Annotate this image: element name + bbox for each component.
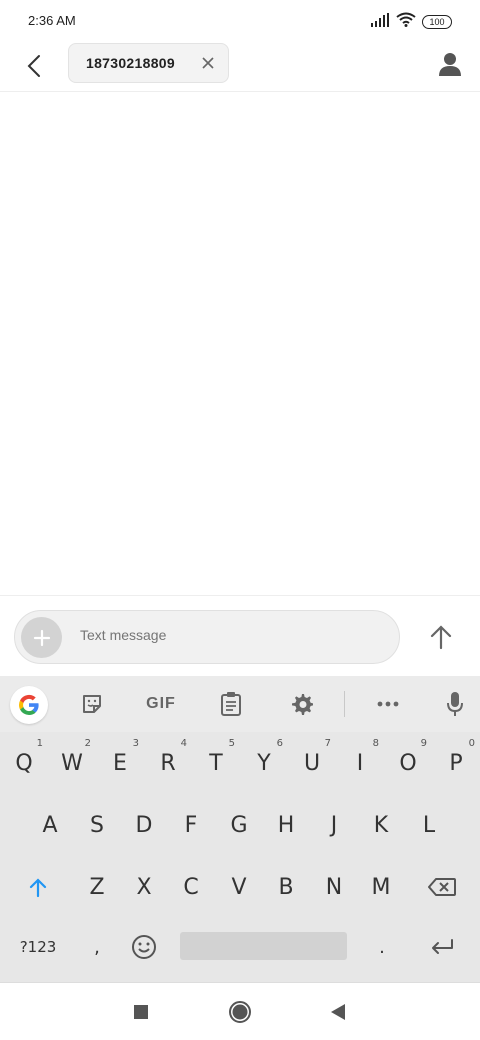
back-nav-button[interactable] [326, 1000, 350, 1024]
clipboard-button[interactable] [218, 690, 244, 718]
gear-icon [292, 694, 313, 715]
key-f[interactable]: F [167, 794, 215, 856]
square-icon [134, 1005, 148, 1019]
keyboard-toolbar: GIF [0, 676, 480, 732]
key-e[interactable]: E3 [96, 732, 144, 794]
key-row-3: Z X C V B N M [0, 856, 480, 918]
wifi-icon [396, 12, 416, 32]
key-q[interactable]: Q1 [0, 732, 48, 794]
key-o[interactable]: O9 [384, 732, 432, 794]
key-i[interactable]: I8 [336, 732, 384, 794]
home-circle-icon [229, 1001, 251, 1023]
back-arrow-icon [27, 55, 40, 77]
key-c[interactable]: C [167, 856, 215, 918]
microphone-icon [447, 692, 463, 716]
system-navigation-bar [0, 982, 480, 1040]
sticker-icon [83, 695, 101, 713]
status-icons: 100 [370, 12, 452, 32]
key-n[interactable]: N [310, 856, 358, 918]
keyboard-settings-button[interactable] [288, 690, 316, 718]
triangle-back-icon [331, 1004, 345, 1020]
key-u[interactable]: U7 [288, 732, 336, 794]
key-b[interactable]: B [262, 856, 310, 918]
key-h[interactable]: H [262, 794, 310, 856]
key-r[interactable]: R4 [144, 732, 192, 794]
enter-icon [432, 939, 453, 954]
key-s[interactable]: S [73, 794, 121, 856]
comma-key[interactable]: , [73, 916, 121, 978]
period-key[interactable]: . [358, 916, 406, 978]
conversation-header: 18730218809 [0, 42, 480, 92]
key-z[interactable]: Z [73, 856, 121, 918]
more-dots-icon [377, 701, 399, 707]
status-time: 2:36 AM [28, 13, 76, 28]
google-button[interactable] [10, 686, 48, 724]
key-y[interactable]: Y6 [240, 732, 288, 794]
key-row-4: ?123 , . [0, 916, 480, 978]
contact-button[interactable] [436, 50, 464, 78]
key-v[interactable]: V [215, 856, 263, 918]
symbols-key[interactable]: ?123 [12, 916, 64, 978]
emoji-icon [132, 935, 156, 959]
sticker-button[interactable] [78, 690, 106, 718]
google-g-icon [18, 694, 39, 715]
key-t[interactable]: T5 [192, 732, 240, 794]
battery-icon: 100 [422, 15, 452, 29]
key-a[interactable]: A [26, 794, 74, 856]
enter-key[interactable] [418, 916, 466, 978]
key-row-2: A S D F G H J K L [0, 794, 480, 856]
key-j[interactable]: J [310, 794, 358, 856]
space-bar[interactable] [180, 932, 347, 960]
remove-recipient-icon[interactable] [201, 56, 215, 70]
key-k[interactable]: K [357, 794, 405, 856]
recents-button[interactable] [129, 1000, 153, 1024]
back-button[interactable] [18, 48, 50, 84]
gif-button[interactable]: GIF [140, 690, 182, 718]
recipient-number: 18730218809 [86, 55, 175, 71]
key-m[interactable]: M [357, 856, 405, 918]
send-arrow-icon [430, 625, 452, 650]
recipient-chip[interactable]: 18730218809 [68, 43, 229, 83]
clipboard-icon [221, 692, 241, 716]
key-w[interactable]: W2 [48, 732, 96, 794]
key-l[interactable]: L [405, 794, 453, 856]
compose-field[interactable] [14, 610, 400, 664]
toolbar-divider [344, 691, 345, 717]
plus-icon [33, 629, 50, 646]
shift-key[interactable] [14, 856, 62, 918]
key-g[interactable]: G [215, 794, 263, 856]
key-x[interactable]: X [120, 856, 168, 918]
key-p[interactable]: P0 [432, 732, 480, 794]
on-screen-keyboard: GIF Q 1 W 2 E 3 R 4 T 5 Y 6 U 7 I 8 O 9 … [0, 676, 480, 982]
message-input[interactable] [80, 627, 380, 643]
person-icon [439, 53, 461, 76]
emoji-key[interactable] [120, 916, 168, 978]
key-row-1: Q1 W2 E3 R4 T5 Y6 U7 I8 O9 P0 [0, 732, 480, 794]
signal-icon [370, 12, 390, 32]
status-bar: 2:36 AM 100 [0, 0, 480, 42]
more-button[interactable] [374, 690, 402, 718]
voice-input-button[interactable] [442, 690, 468, 718]
compose-bar [0, 595, 480, 676]
home-button[interactable] [228, 1000, 252, 1024]
message-list[interactable] [0, 92, 480, 595]
attach-button[interactable] [21, 617, 62, 658]
send-button[interactable] [426, 622, 456, 652]
shift-arrow-icon [29, 878, 47, 898]
backspace-key[interactable] [418, 856, 466, 918]
backspace-icon [428, 878, 456, 896]
key-d[interactable]: D [120, 794, 168, 856]
